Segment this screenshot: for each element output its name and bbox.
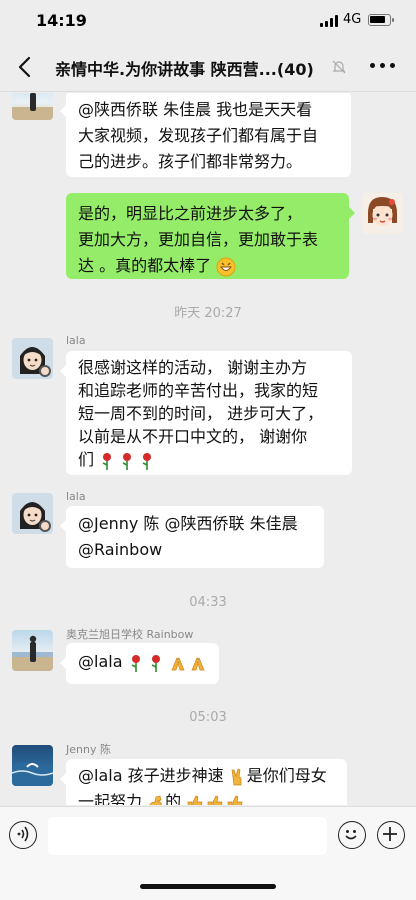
more-options-button[interactable] (370, 63, 396, 71)
message-text: 是你们母女 (246, 766, 327, 785)
thumbs-up-emoji-icon (187, 795, 243, 805)
battery-icon (368, 14, 394, 26)
message-input[interactable] (48, 817, 327, 855)
message-text: 和追踪老师的辛苦付出，我家的短 (78, 381, 319, 400)
sender-name: 奥克兰旭日学校 Rainbow (66, 628, 194, 641)
message-text: 们 (78, 450, 95, 469)
chat-title-text: 亲情中华.为你讲故事 陕西营... (55, 60, 277, 79)
avatar[interactable] (12, 338, 53, 379)
signal-icon (320, 15, 338, 27)
victory-hand-emoji-icon (231, 767, 242, 785)
status-time: 14:19 (36, 11, 87, 30)
message-text: 己的进步。孩子们都非常努力。 (78, 152, 303, 171)
home-indicator[interactable] (140, 884, 276, 889)
rose-and-pray-emoji-icon (131, 654, 205, 672)
plus-icon (383, 827, 397, 841)
emoji-button[interactable] (338, 821, 366, 849)
network-type: 4G (343, 12, 362, 27)
mute-bell-icon (332, 60, 346, 74)
message-text: 很感谢这样的活动， 谢谢主办方 (78, 358, 308, 377)
rose-emoji-icon (102, 452, 152, 470)
chevron-left-icon (18, 56, 31, 78)
avatar[interactable] (12, 93, 53, 120)
avatar[interactable] (12, 745, 53, 786)
message-text: 更加大方，更加自信，更加敢于表 (78, 230, 319, 249)
message-text: @lala (78, 652, 128, 671)
message-text: 达 。真的都太棒了 (78, 256, 212, 275)
timestamp: 昨天 20:27 (174, 306, 242, 321)
lala-avatar-image (12, 338, 53, 379)
timestamp: 04:33 (189, 595, 227, 610)
more-functions-button[interactable] (377, 821, 405, 849)
message-text: @Jenny 陈 @陕西侨联 朱佳晨 (78, 514, 298, 533)
smiley-face-icon (345, 830, 357, 840)
message-text: 以前是从不开口中文的， 谢谢你 (78, 427, 308, 446)
status-bar: 14:19 4G (0, 0, 416, 42)
message-bubble[interactable]: 是的，明显比之前进步太多了， 更加大方，更加自信，更加敢于表 达 。真的都太棒了 (66, 193, 355, 279)
timestamp: 05:03 (189, 710, 227, 725)
sender-name: lala (66, 334, 86, 347)
message-text: @陕西侨联 朱佳晨 我也是天天看 (78, 100, 313, 119)
voice-wave-icon (17, 826, 29, 842)
message-bubble[interactable]: @lala 孩子进步神速 是你们母女 一起努力 的 (60, 759, 347, 805)
voice-input-button[interactable] (9, 821, 37, 849)
chat-header: 亲情中华.为你讲故事 陕西营...(40) (0, 42, 416, 92)
sender-name: lala (66, 490, 86, 503)
self-avatar[interactable] (362, 193, 403, 234)
message-text: 短一周不到的时间， 进步可大了， (78, 404, 324, 423)
member-count: (40) (276, 60, 314, 79)
message-bubble[interactable]: @lala (60, 643, 219, 684)
message-list[interactable]: @陕西侨联 朱佳晨 我也是天天看 大家视频，发现孩子们都有属于自 己的进步。孩子… (0, 93, 416, 805)
message-text: @Rainbow (78, 540, 163, 559)
flexed-biceps-emoji-icon (149, 795, 163, 805)
message-text: 大家视频，发现孩子们都有属于自 (78, 126, 319, 145)
lala-avatar-image (12, 493, 53, 534)
message-text: 的 (165, 792, 182, 805)
sender-name: Jenny 陈 (66, 743, 111, 756)
message-bubble[interactable]: @Jenny 陈 @陕西侨联 朱佳晨 @Rainbow (60, 506, 324, 568)
message-text: @lala 孩子进步神速 (78, 766, 224, 785)
avatar[interactable] (12, 630, 53, 671)
message-text: 是的，明显比之前进步太多了， (78, 204, 303, 223)
avatar[interactable] (12, 493, 53, 534)
message-text: 一起努力 (78, 792, 143, 805)
back-button[interactable] (14, 54, 38, 80)
ocean-image (12, 762, 53, 786)
person-on-beach-image (12, 635, 53, 671)
person-on-beach-image (12, 93, 53, 120)
chat-title: 亲情中华.为你讲故事 陕西营...(40) (55, 56, 325, 80)
message-bubble[interactable]: 很感谢这样的活动， 谢谢主办方 和追踪老师的辛苦付出，我家的短 短一周不到的时间… (60, 351, 352, 475)
message-bubble[interactable]: @陕西侨联 朱佳晨 我也是天天看 大家视频，发现孩子们都有属于自 己的进步。孩子… (60, 93, 351, 177)
cartoon-girl-image (368, 197, 397, 226)
grin-emoji-icon (216, 257, 236, 276)
